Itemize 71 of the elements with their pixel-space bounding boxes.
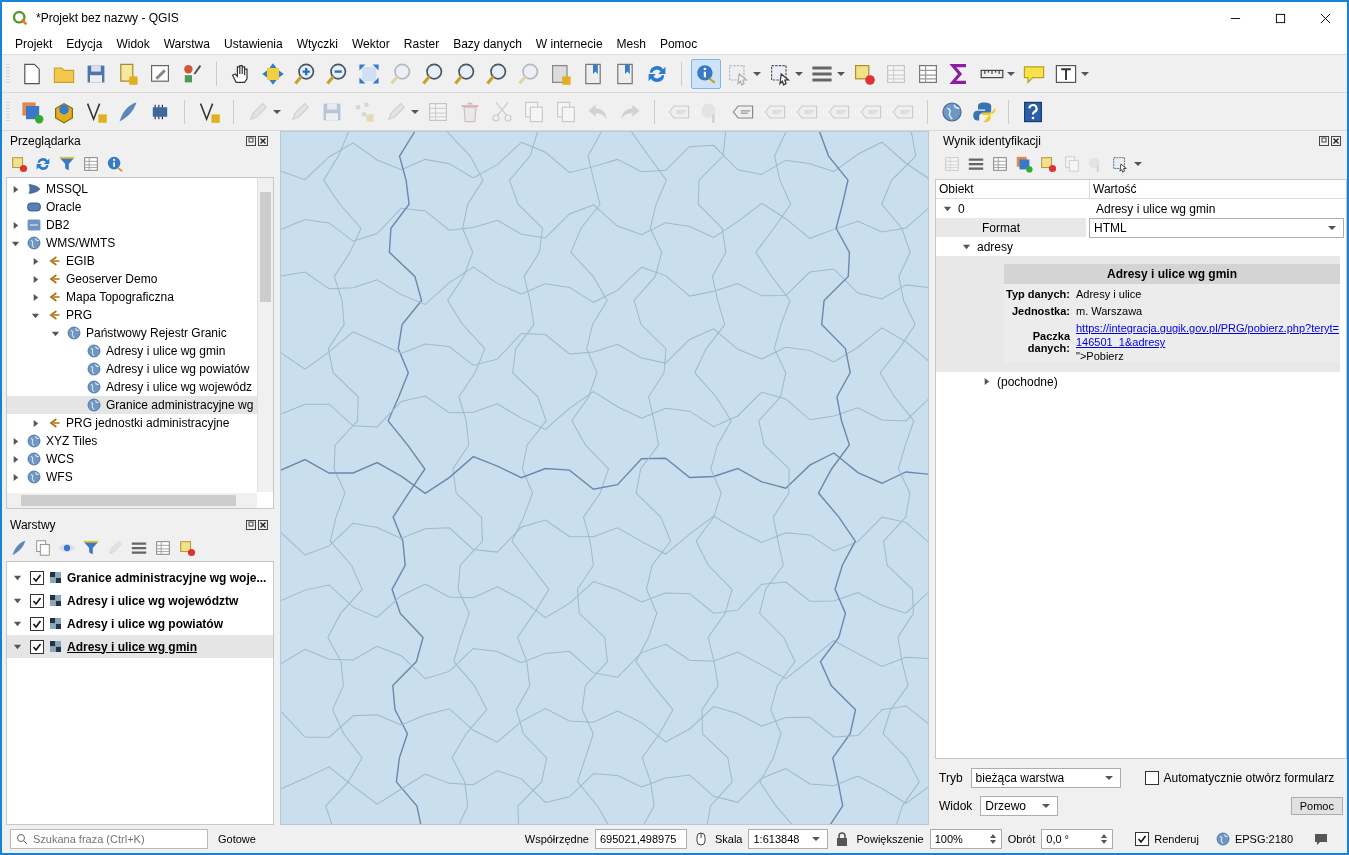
tree-item[interactable]: Adresy i ulice wg gmin (7, 342, 257, 360)
layer-item[interactable]: Granice administracyjne wg woje... (7, 566, 273, 589)
tree-item[interactable]: Geoserver Demo (7, 270, 257, 288)
field-label: Współrzędne (524, 833, 589, 845)
format-dropdown[interactable]: HTML (1089, 217, 1344, 238)
crs-button[interactable]: EPSG:2180 (1234, 833, 1293, 845)
tree-item[interactable]: Granice administracyjne wg (7, 396, 257, 414)
menu-item[interactable]: Edycja (59, 37, 110, 51)
menu-item[interactable]: Warstwa (156, 37, 217, 51)
checkbox-label[interactable]: Renderuj (1154, 833, 1199, 845)
download-link[interactable]: https://integracja.gugik.gov.pl/PRG/pobierz.php?teryt=146501_1&adresy (1076, 321, 1340, 349)
panel-title: Warstwy (10, 518, 56, 532)
menu-item[interactable]: W internecie (528, 37, 610, 51)
table-cell-text: Adresy i ulice wg gmin (1095, 201, 1217, 216)
tree-item[interactable]: WFS (7, 468, 257, 486)
field-value: Adresy i ulice (1076, 287, 1143, 301)
field-label: Tryb (939, 771, 963, 785)
tree-item[interactable]: EGIB (7, 252, 257, 270)
table-cell: Format (936, 218, 1086, 237)
tree-item[interactable]: PRG (7, 306, 257, 324)
field-label: Widok (939, 799, 973, 813)
panel-title: Przeglądarka (10, 134, 81, 148)
tree-item[interactable]: adresy (977, 239, 1014, 254)
tree-item[interactable]: Państwowy Rejestr Granic (7, 324, 257, 342)
tree-item[interactable]: Mapa Topograficzna (7, 288, 257, 306)
tree-item[interactable]: WMS/WMTS (7, 234, 257, 252)
table-title: Adresy i ulice wg gmin (1004, 264, 1340, 284)
tree-item[interactable]: 0 (958, 201, 965, 216)
tree-item[interactable]: Adresy i ulice wg wojewódz (7, 378, 257, 396)
tree-item[interactable]: WCS (7, 450, 257, 468)
column-header[interactable]: Obiekt (936, 180, 1090, 198)
panel-title: Wynik identyfikacji (943, 134, 1041, 148)
tree-item[interactable]: Oracle (7, 198, 257, 216)
column-header[interactable]: Wartość (1090, 180, 1346, 198)
tree-item[interactable]: DB2 (7, 216, 257, 234)
field-value: ">Pobierz (1076, 349, 1125, 363)
field-label: Powiększenie (856, 833, 924, 845)
tree-item[interactable]: XYZ Tiles (7, 432, 257, 450)
tree-item[interactable]: MSSQL (7, 180, 257, 198)
search-field[interactable]: Szukana fraza (Ctrl+K) (10, 829, 208, 849)
tree-item[interactable]: Adresy i ulice wg powiatów (7, 360, 257, 378)
field-label: Typ danych: (1005, 288, 1071, 300)
field-label: Obrót (1007, 833, 1036, 845)
rotation-spinbox[interactable]: 0,0 ° (1041, 829, 1114, 849)
field-value: m. Warszawa (1076, 304, 1144, 318)
field-label: Paczka danych: (1026, 330, 1072, 354)
zoom-spinbox[interactable]: 100% (929, 829, 1002, 849)
checkbox-label[interactable]: Automatycznie otwórz formularz (1163, 771, 1335, 785)
menu-item[interactable]: Wektor (345, 37, 397, 51)
menu-item[interactable]: Raster (396, 37, 447, 51)
coordinates-field[interactable]: 695021,498975 (594, 829, 687, 849)
tree-item[interactable]: PRG jednostki administracyjne (7, 414, 257, 432)
layer-item[interactable]: Adresy i ulice wg województw (7, 589, 273, 612)
help-button[interactable]: Pomoc (1290, 797, 1343, 815)
menu-item[interactable]: Mesh (609, 37, 653, 51)
menu-item[interactable]: Widok (109, 37, 157, 51)
layer-item[interactable]: Adresy i ulice wg gmin (7, 635, 273, 658)
field-label: Skala (714, 833, 743, 845)
menu-item[interactable]: Bazy danych (446, 37, 529, 51)
menu-item[interactable]: Projekt (8, 37, 60, 51)
field-label: Jednostka: (1010, 305, 1071, 317)
tree-item[interactable]: (pochodne) (997, 374, 1058, 389)
view-dropdown[interactable]: Drzewo (980, 796, 1059, 816)
menu-item[interactable]: Pomoc (652, 37, 705, 51)
menu-item[interactable]: Ustawienia (216, 37, 290, 51)
menu-item[interactable]: Wtyczki (289, 37, 345, 51)
window-title: *Projekt bez nazwy - QGIS (36, 11, 179, 25)
status-message: Gotowe (218, 833, 256, 845)
scale-dropdown[interactable]: 1:613848 (748, 829, 829, 849)
mode-dropdown[interactable]: bieżąca warstwa (970, 768, 1121, 788)
layer-item[interactable]: Adresy i ulice wg powiatów (7, 612, 273, 635)
